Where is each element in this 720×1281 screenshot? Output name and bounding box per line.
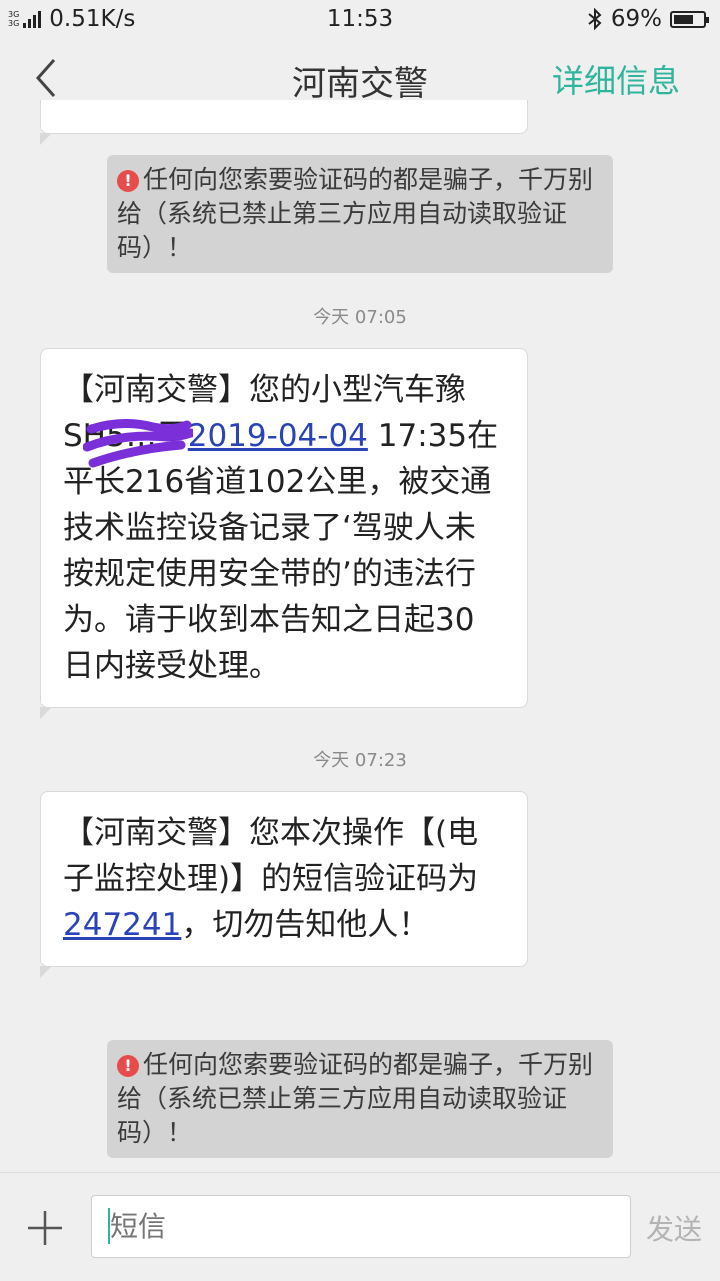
send-button[interactable]: 发送 xyxy=(646,1208,702,1248)
redaction-scribble xyxy=(83,419,193,468)
warning-text: 任何向您索要验证码的都是骗子，千万别给（系统已禁止第三方应用自动读取验证码）！ xyxy=(117,165,594,262)
message-bubble[interactable]: 【河南交警】您本次操作【(电子监控处理)】的短信验证码为 247241，切勿告知他… xyxy=(40,791,528,978)
message-bubble[interactable]: 【河南交警】您的小型汽车豫SH5…于2019-04-04 17:35在平长216… xyxy=(40,348,528,719)
text-caret xyxy=(108,1208,110,1244)
battery-percent: 69% xyxy=(610,6,662,32)
timestamp: 今天 07:23 xyxy=(313,750,407,771)
date-link[interactable]: 2019-04-04 xyxy=(188,418,368,454)
message-text: 【河南交警】您本次操作【(电子监控处理)】的短信验证码为 xyxy=(63,815,479,897)
bluetooth-icon xyxy=(588,8,602,30)
composer-bar: 发送 xyxy=(0,1172,720,1281)
security-warning: ! 任何向您索要验证码的都是骗子，千万别给（系统已禁止第三方应用自动读取验证码）！ xyxy=(107,155,613,273)
message-text: ，切勿告知他人！ xyxy=(181,907,430,943)
bubble-tail xyxy=(40,120,52,145)
battery-icon xyxy=(670,10,709,28)
bubble-tail xyxy=(40,694,52,719)
alert-icon: ! xyxy=(117,170,139,192)
plus-icon[interactable] xyxy=(26,1209,64,1247)
timestamp: 今天 07:05 xyxy=(313,307,407,328)
bubble-tail xyxy=(40,953,52,978)
status-bar: 3G 3G 0.51K/s 11:53 69% xyxy=(0,0,720,38)
verification-code-link[interactable]: 247241 xyxy=(63,907,181,943)
message-bubble-partial[interactable] xyxy=(40,100,528,145)
warning-text: 任何向您索要验证码的都是骗子，千万别给（系统已禁止第三方应用自动读取验证码）！ xyxy=(117,1050,594,1147)
message-input[interactable] xyxy=(91,1195,631,1258)
details-button[interactable]: 详细信息 xyxy=(552,56,680,102)
security-warning: ! 任何向您索要验证码的都是骗子，千万别给（系统已禁止第三方应用自动读取验证码）！ xyxy=(107,1040,613,1158)
alert-icon: ! xyxy=(117,1055,139,1077)
